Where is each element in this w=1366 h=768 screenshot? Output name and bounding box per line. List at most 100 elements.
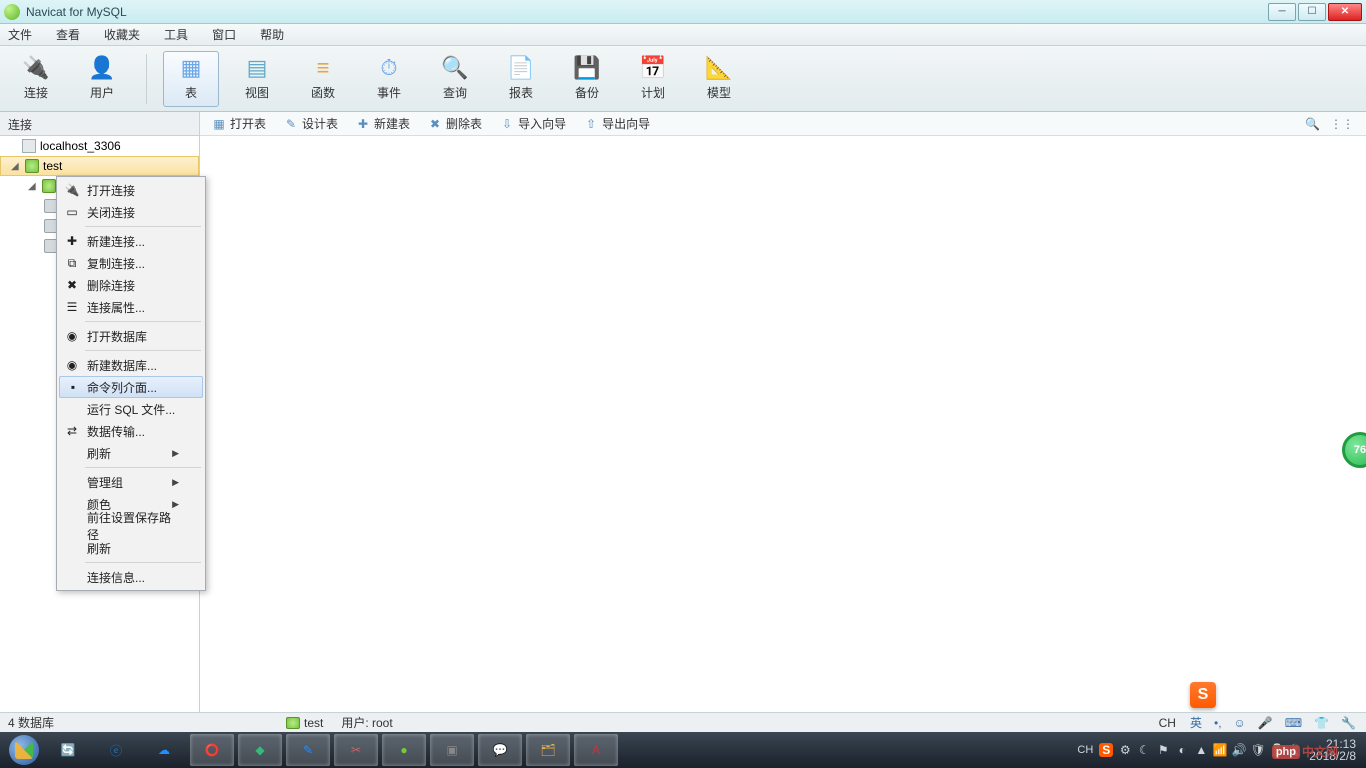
toolbar-label: 连接: [24, 84, 48, 101]
taskbar-item-6[interactable]: ✎: [286, 734, 330, 766]
ctx-label: 管理组: [87, 474, 123, 491]
ime-punct-icon[interactable]: •,: [1214, 716, 1222, 730]
task-icon: ●: [400, 743, 407, 757]
ime-lang: CH: [1159, 716, 1176, 730]
search-icon[interactable]: 🔍: [1305, 117, 1320, 131]
ctx-label: 命令列介面...: [87, 379, 157, 396]
taskbar-item-4[interactable]: ⭕: [190, 734, 234, 766]
title-bar: Navicat for MySQL ─ ☐ ✕: [0, 0, 1366, 24]
taskbar-clock[interactable]: 21:13 2018/2/8: [1309, 738, 1356, 762]
toolbar-连接[interactable]: 🔌连接: [8, 51, 64, 107]
subtool-导入向导[interactable]: ⇩导入向导: [500, 115, 566, 132]
start-button[interactable]: [4, 732, 44, 768]
ime-mic-icon[interactable]: 🎤: [1258, 716, 1273, 730]
ime-keyboard-icon[interactable]: 英: [1190, 714, 1202, 731]
taskbar-item-1[interactable]: 🔄: [46, 734, 90, 766]
toolbar-label: 计划: [641, 84, 665, 101]
事件-icon: ⏱: [375, 56, 403, 80]
expand-arrow-icon[interactable]: ◢: [28, 181, 38, 192]
ctx-关闭连接[interactable]: ▭关闭连接: [59, 201, 203, 223]
subtool-删除表[interactable]: ✖删除表: [428, 115, 482, 132]
taskbar-item-3[interactable]: ☁: [142, 734, 186, 766]
ctx-删除连接[interactable]: ✖删除连接: [59, 274, 203, 296]
subtool-导出向导[interactable]: ⇧导出向导: [584, 115, 650, 132]
tree-server[interactable]: localhost_3306: [0, 136, 199, 156]
sogou-ime-popup[interactable]: S: [1190, 682, 1216, 708]
tray-icon-9[interactable]: 🔋: [1270, 743, 1284, 757]
ime-keyboard2-icon[interactable]: ⌨: [1285, 716, 1302, 730]
ctx-label: 刷新: [87, 540, 111, 557]
taskbar-item-7[interactable]: ✂: [334, 734, 378, 766]
taskbar-item-11[interactable]: 🗂: [526, 734, 570, 766]
subtool-label: 新建表: [374, 115, 410, 132]
toolbar-视图[interactable]: ▤视图: [229, 51, 285, 107]
toolbar-备份[interactable]: 💾备份: [559, 51, 615, 107]
taskbar-item-12[interactable]: A: [574, 734, 618, 766]
tray-icon-7[interactable]: 🔊: [1232, 743, 1246, 757]
ime-settings-icon[interactable]: 🔧: [1341, 716, 1356, 730]
ctx-连接信息[interactable]: 连接信息...: [59, 566, 203, 588]
tray-icon-0[interactable]: S: [1099, 743, 1113, 757]
close-button[interactable]: ✕: [1328, 3, 1362, 21]
taskbar-item-8[interactable]: ●: [382, 734, 426, 766]
tray-icon-5[interactable]: ▲: [1194, 743, 1208, 757]
expand-arrow-icon[interactable]: ◢: [11, 161, 21, 172]
menu-view[interactable]: 查看: [56, 26, 80, 43]
tray-icon-10[interactable]: 🐧: [1289, 743, 1303, 757]
ime-emoji-icon[interactable]: ☺: [1234, 716, 1246, 730]
ctx-管理组[interactable]: 管理组▶: [59, 471, 203, 493]
tree-db-selected[interactable]: ◢ test: [0, 156, 199, 176]
tray-icon-3[interactable]: ⚑: [1156, 743, 1170, 757]
ctx-打开连接[interactable]: 🔌打开连接: [59, 179, 203, 201]
status-bar: 4 数据库 test 用户: root CH 英 •, ☺ 🎤 ⌨ 👕 🔧: [0, 712, 1366, 732]
menu-tools[interactable]: 工具: [164, 26, 188, 43]
ctx-新建连接[interactable]: ✚新建连接...: [59, 230, 203, 252]
menu-file[interactable]: 文件: [8, 26, 32, 43]
ctx-运行SQL文件[interactable]: 运行 SQL 文件...: [59, 398, 203, 420]
ctx-复制连接[interactable]: ⧉复制连接...: [59, 252, 203, 274]
ime-skin-icon[interactable]: 👕: [1314, 716, 1329, 730]
toolbar-模型[interactable]: 📐模型: [691, 51, 747, 107]
status-db-name: test: [304, 716, 323, 730]
ctx-label: 连接属性...: [87, 299, 145, 316]
toolbar-用户[interactable]: 👤用户: [74, 51, 130, 107]
tray-icon-1[interactable]: ⚙: [1118, 743, 1132, 757]
视图-icon: ▤: [243, 56, 271, 80]
taskbar-item-2[interactable]: ⓔ: [94, 734, 138, 766]
tray-icon-8[interactable]: 🛡: [1251, 743, 1265, 757]
ime-indicator[interactable]: CH 英 •, ☺ 🎤 ⌨ 👕 🔧: [1157, 714, 1358, 731]
menu-favorites[interactable]: 收藏夹: [104, 26, 140, 43]
taskbar-item-5[interactable]: ◆: [238, 734, 282, 766]
subtool-新建表[interactable]: ✚新建表: [356, 115, 410, 132]
ctx-刷新[interactable]: 刷新▶: [59, 442, 203, 464]
menu-window[interactable]: 窗口: [212, 26, 236, 43]
tray-icon-2[interactable]: ☾: [1137, 743, 1151, 757]
toolbar-查询[interactable]: 🔍查询: [427, 51, 483, 107]
ctx-打开数据库[interactable]: ◉打开数据库: [59, 325, 203, 347]
taskbar-item-10[interactable]: 💬: [478, 734, 522, 766]
taskbar-item-9[interactable]: ▣: [430, 734, 474, 766]
tray-icon-6[interactable]: 📶: [1213, 743, 1227, 757]
maximize-button[interactable]: ☐: [1298, 3, 1326, 21]
ctx-新建数据库[interactable]: ◉新建数据库...: [59, 354, 203, 376]
ctx-数据传输[interactable]: ⇄数据传输...: [59, 420, 203, 442]
导出向导-icon: ⇧: [584, 117, 598, 131]
ctx-命令列介面[interactable]: ▪命令列介面...: [59, 376, 203, 398]
menu-help[interactable]: 帮助: [260, 26, 284, 43]
minimize-button[interactable]: ─: [1268, 3, 1296, 21]
tray-lang[interactable]: CH: [1077, 744, 1093, 756]
tray-icon-4[interactable]: ◐: [1175, 743, 1189, 757]
toolbar-报表[interactable]: 📄报表: [493, 51, 549, 107]
ctx-前往设置保存路径[interactable]: 前往设置保存路径: [59, 515, 203, 537]
ctx-刷新[interactable]: 刷新: [59, 537, 203, 559]
grid-options-icon[interactable]: ⋮⋮: [1330, 117, 1354, 131]
ctx-icon: ◉: [64, 328, 80, 344]
ctx-连接属性[interactable]: ☰连接属性...: [59, 296, 203, 318]
subtool-设计表[interactable]: ✎设计表: [284, 115, 338, 132]
sidebar-header: 连接: [0, 112, 200, 136]
toolbar-函数[interactable]: ≡函数: [295, 51, 351, 107]
subtool-打开表[interactable]: ▦打开表: [212, 115, 266, 132]
toolbar-计划[interactable]: 📅计划: [625, 51, 681, 107]
toolbar-表[interactable]: ▦表: [163, 51, 219, 107]
toolbar-事件[interactable]: ⏱事件: [361, 51, 417, 107]
